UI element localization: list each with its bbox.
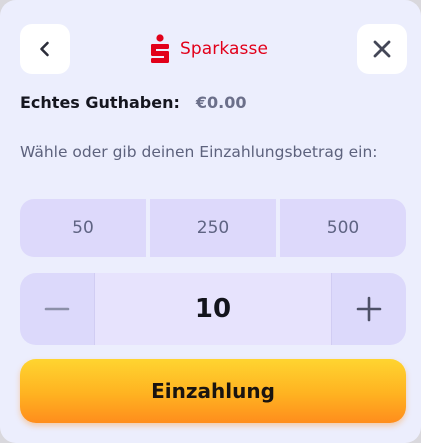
minus-icon — [44, 307, 70, 311]
increase-button[interactable] — [332, 273, 406, 345]
preset-amount-button[interactable]: 50 — [20, 199, 146, 257]
close-icon — [373, 40, 391, 58]
amount-prompt: Wähle oder gib deinen Einzahlungsbetrag … — [20, 143, 378, 161]
deposit-modal: Sparkasse Echtes Guthaben: €0.00 Wähle o… — [0, 0, 421, 443]
amount-stepper: 10 — [20, 273, 406, 345]
decrease-button[interactable] — [20, 273, 94, 345]
preset-amount-button[interactable]: 250 — [150, 199, 276, 257]
sparkasse-logo-icon — [151, 34, 169, 63]
chevron-left-icon — [40, 41, 49, 57]
close-button[interactable] — [357, 24, 407, 74]
preset-amounts: 50 250 500 — [20, 199, 406, 257]
brand: Sparkasse — [150, 32, 268, 66]
balance-row: Echtes Guthaben: €0.00 — [20, 93, 246, 112]
deposit-button[interactable]: Einzahlung — [20, 359, 406, 423]
back-button[interactable] — [20, 24, 70, 74]
brand-name: Sparkasse — [180, 39, 269, 59]
balance-value: €0.00 — [195, 93, 247, 112]
balance-label: Echtes Guthaben: — [20, 93, 180, 112]
plus-icon — [356, 296, 382, 322]
amount-input[interactable]: 10 — [94, 273, 332, 345]
preset-amount-button[interactable]: 500 — [280, 199, 406, 257]
